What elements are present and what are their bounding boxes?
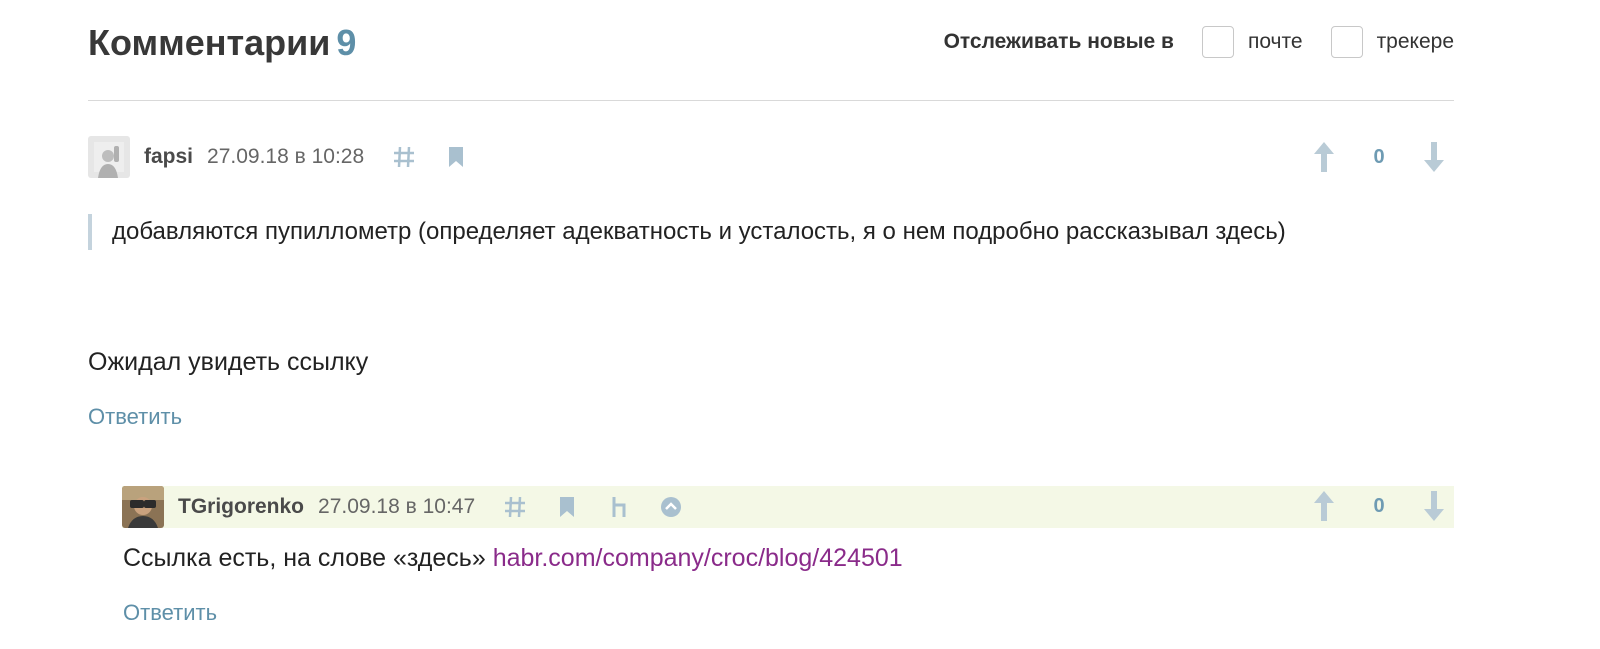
comments-header: Комментарии 9 Отслеживать новые в почте т…: [88, 0, 1454, 101]
bookmark-icon[interactable]: [555, 495, 579, 519]
vote-down-icon[interactable]: [1422, 489, 1446, 523]
reply-comment-link[interactable]: habr.com/company/croc/blog/424501: [493, 544, 903, 572]
track-tracker-checkbox[interactable]: [1330, 26, 1363, 58]
vote-down-icon[interactable]: [1422, 140, 1446, 174]
comments-title: Комментарии 9: [88, 22, 356, 64]
comment-author[interactable]: TGrigorenko: [178, 495, 304, 519]
comments-title-text: Комментарии: [88, 22, 331, 63]
track-mail-checkbox[interactable]: [1201, 26, 1234, 58]
vote-up-icon[interactable]: [1312, 489, 1336, 523]
parent-icon[interactable]: [607, 495, 631, 519]
track-tracker-label[interactable]: трекере: [1377, 30, 1454, 54]
comment-quote: добавляются пупиллометр (определяет адек…: [88, 214, 1388, 250]
avatar[interactable]: [122, 486, 164, 528]
reply-link[interactable]: Ответить: [88, 404, 182, 430]
comment-date[interactable]: 27.09.18 в 10:28: [207, 145, 364, 169]
avatar[interactable]: [88, 136, 130, 178]
reply-comment-votes: 0: [1312, 489, 1446, 523]
vote-up-icon[interactable]: [1312, 140, 1336, 174]
comment-score: 0: [1373, 494, 1385, 517]
up-circle-icon[interactable]: [659, 495, 683, 519]
comment-author[interactable]: fapsi: [144, 145, 193, 169]
reply-comment-text: Ссылка есть, на слове «здесь» habr.com/c…: [123, 544, 903, 573]
track-mail-label[interactable]: почте: [1248, 30, 1303, 54]
track-label: Отслеживать новые в: [943, 30, 1174, 53]
reply-comment-meta: TGrigorenko 27.09.18 в 10:47: [122, 486, 683, 528]
comment-date[interactable]: 27.09.18 в 10:47: [318, 495, 475, 519]
comment-meta: fapsi 27.09.18 в 10:28: [88, 136, 468, 178]
reply-link[interactable]: Ответить: [123, 600, 217, 626]
comment-score: 0: [1373, 145, 1385, 168]
hash-icon[interactable]: [392, 145, 416, 169]
comment-votes: 0: [1312, 140, 1446, 174]
track-new-controls: Отслеживать новые в почте трекере: [944, 26, 1454, 58]
bookmark-icon[interactable]: [444, 145, 468, 169]
comments-count: 9: [336, 22, 357, 63]
hash-icon[interactable]: [503, 495, 527, 519]
comment-text: Ожидал увидеть ссылку: [88, 348, 369, 376]
reply-comment-text-body: Ссылка есть, на слове «здесь»: [123, 544, 493, 572]
